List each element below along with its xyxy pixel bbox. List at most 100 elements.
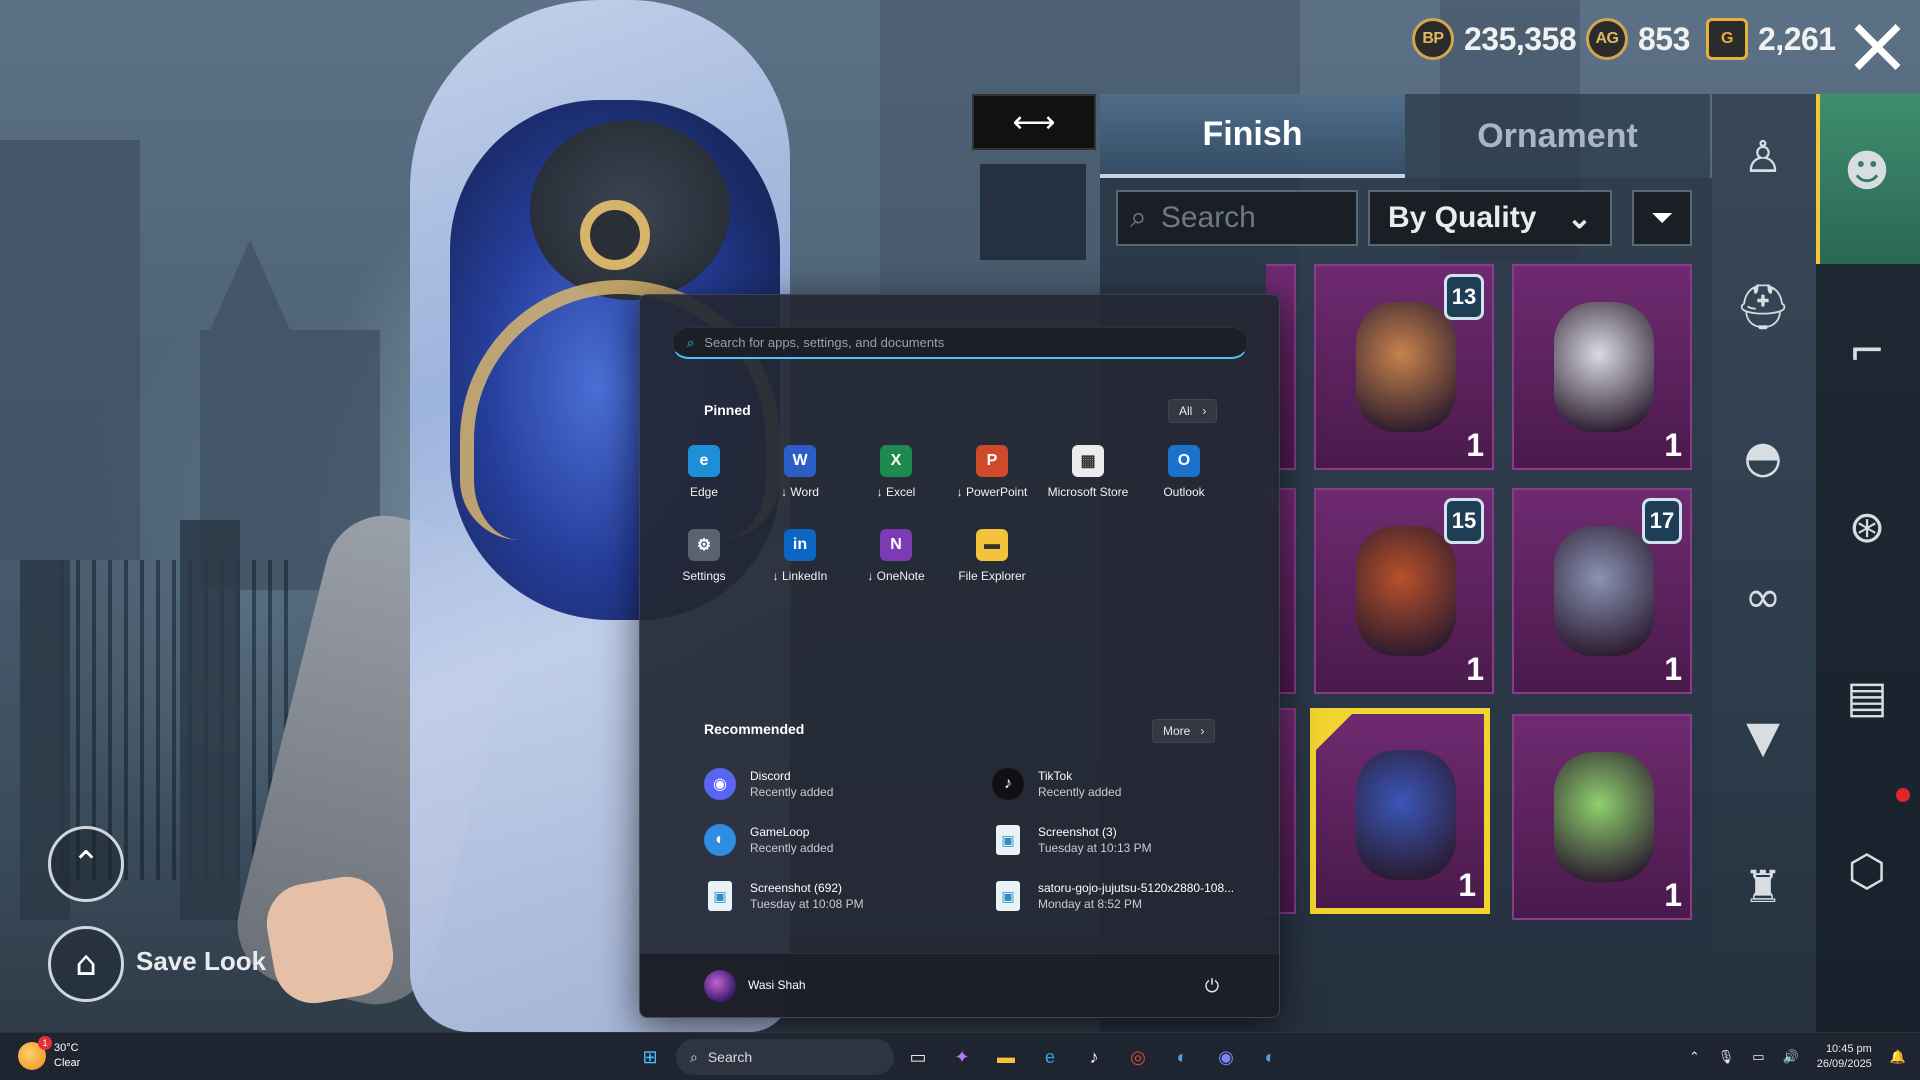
- windows-start-icon[interactable]: ⊞: [634, 1041, 666, 1073]
- weather-description: Clear: [54, 1057, 81, 1069]
- tab-finish[interactable]: Finish: [1100, 94, 1405, 178]
- pinned-app[interactable]: X ↓ Excel: [848, 435, 944, 517]
- head-icon[interactable]: ☻: [1830, 134, 1904, 208]
- pinned-app[interactable]: ▬ File Explorer: [944, 519, 1040, 601]
- currency-g: G 2,261: [1706, 18, 1836, 60]
- inventory-search-placeholder: Search: [1160, 201, 1256, 234]
- inventory-item-card[interactable]: 1: [1512, 714, 1692, 920]
- pinned-app[interactable]: e Edge: [656, 435, 752, 517]
- chevron-up-icon: ⌃: [71, 844, 101, 884]
- weather-badge: 1: [38, 1036, 52, 1050]
- tiktok-icon[interactable]: ♪: [1078, 1041, 1110, 1073]
- sort-dropdown[interactable]: By Quality ⌄: [1368, 190, 1612, 246]
- item-quantity: 1: [1664, 877, 1682, 913]
- more-button[interactable]: More ›: [1152, 719, 1216, 743]
- recommended-item-subtitle: Monday at 8:52 PM: [1038, 897, 1143, 911]
- image-file-icon: ▣: [996, 825, 1020, 855]
- discord-icon: ◉: [704, 768, 736, 800]
- recommended-item-subtitle: Recently added: [1038, 785, 1122, 799]
- currency-ag: AG 853: [1586, 18, 1690, 60]
- save-look-label[interactable]: Save Look: [136, 946, 266, 977]
- avatar[interactable]: [704, 970, 736, 1002]
- filter-button[interactable]: ⏷: [1632, 190, 1692, 246]
- shield-icon[interactable]: ▤: [1830, 660, 1904, 734]
- gameloop-icon[interactable]: ◐: [1166, 1041, 1198, 1073]
- pinned-app[interactable]: O Outlook: [1136, 435, 1232, 517]
- inventory-item-card[interactable]: 1: [1512, 264, 1692, 470]
- clock[interactable]: 10:45 pm 26/09/2025: [1817, 1042, 1872, 1072]
- notification-bell-icon[interactable]: 🔔: [1890, 1049, 1906, 1065]
- chevron-right-icon: ›: [1202, 404, 1207, 418]
- pinned-app-label: ↓ Excel: [876, 485, 916, 499]
- inventory-search-input[interactable]: ⌕ Search: [1116, 190, 1358, 246]
- recommended-item[interactable]: ◐ GameLoop Recently added: [704, 817, 974, 863]
- helmet-icon[interactable]: ⛑: [1726, 270, 1800, 344]
- outlook-icon: O: [1168, 445, 1200, 477]
- chevron-up-icon[interactable]: ⌃: [1689, 1049, 1700, 1065]
- link-icon: ⟷: [1012, 104, 1056, 140]
- more-label: More: [1163, 724, 1191, 738]
- network-icon[interactable]: ▭: [1752, 1049, 1764, 1065]
- inventory-item-card[interactable]: 1: [1310, 708, 1490, 914]
- pinned-app[interactable]: ▦ Microsoft Store: [1040, 435, 1136, 517]
- powerpoint-icon: P: [976, 445, 1008, 477]
- g-coin-icon: G: [1706, 18, 1748, 60]
- store-icon: ▦: [1072, 445, 1104, 477]
- discord-icon[interactable]: ◉: [1210, 1041, 1242, 1073]
- user-name[interactable]: Wasi Shah: [748, 978, 806, 992]
- all-apps-button[interactable]: All ›: [1168, 399, 1218, 423]
- edge-icon[interactable]: e: [1034, 1041, 1066, 1073]
- link-outfit-button[interactable]: ⟷: [972, 94, 1096, 150]
- search-icon: ⌕: [687, 334, 695, 350]
- chrome-icon[interactable]: ◎: [1122, 1041, 1154, 1073]
- recommended-item[interactable]: ▣ Screenshot (3) Tuesday at 10:13 PM: [992, 817, 1262, 863]
- start-search-input[interactable]: ⌕ Search for apps, settings, and documen…: [672, 327, 1248, 359]
- pinned-app-label: File Explorer: [958, 569, 1026, 583]
- recommended-item-name: Discord: [750, 769, 791, 783]
- recommended-item[interactable]: ♪ TikTok Recently added: [992, 761, 1262, 807]
- steering-wheel-icon[interactable]: ⊛: [1830, 490, 1904, 564]
- glasses-icon[interactable]: ∞: [1726, 560, 1800, 634]
- mask-icon[interactable]: ▼: [1726, 700, 1800, 774]
- chevron-right-icon: ›: [1200, 724, 1205, 738]
- inventory-item-card[interactable]: 15 1: [1314, 488, 1494, 694]
- expand-up-button[interactable]: ⌃: [48, 826, 124, 902]
- recommended-item[interactable]: ◉ Discord Recently added: [704, 761, 974, 807]
- recommended-item[interactable]: ▣ satoru-gojo-jujutsu-5120x2880-108... Mon…: [992, 873, 1262, 919]
- file-explorer-icon[interactable]: ▬: [990, 1041, 1022, 1073]
- start-menu: ⌕ Search for apps, settings, and documen…: [639, 294, 1280, 1018]
- crate-icon[interactable]: ⬡: [1830, 834, 1904, 908]
- power-button[interactable]: ⏻: [1198, 972, 1226, 1000]
- inventory-item-card[interactable]: 17 1: [1512, 488, 1692, 694]
- taskbar-search-box[interactable]: ⌕ Search: [676, 1039, 894, 1075]
- weather-widget[interactable]: 1 30°C Clear: [18, 1036, 81, 1071]
- search-icon: ⌕: [690, 1048, 698, 1065]
- pinned-app[interactable]: ⚙ Settings: [656, 519, 752, 601]
- task-view-icon[interactable]: ▭: [902, 1041, 934, 1073]
- item-quantity: 1: [1664, 427, 1682, 463]
- pinned-app[interactable]: P ↓ PowerPoint: [944, 435, 1040, 517]
- outfit-figure-icon[interactable]: ♙: [1726, 120, 1800, 194]
- bp-coin-icon: BP: [1412, 18, 1454, 60]
- inventory-item-card[interactable]: 13 1: [1314, 264, 1494, 470]
- backpack-image: [1356, 750, 1456, 880]
- pinned-app[interactable]: W ↓ Word: [752, 435, 848, 517]
- volume-icon[interactable]: 🔊: [1783, 1049, 1799, 1065]
- tab-ornament[interactable]: Ornament: [1405, 94, 1710, 178]
- close-icon[interactable]: [1852, 22, 1902, 72]
- pinned-app[interactable]: N ↓ OneNote: [848, 519, 944, 601]
- cap-icon[interactable]: ◓: [1726, 420, 1800, 494]
- gameloop-icon[interactable]: ◐: [1254, 1041, 1286, 1073]
- recommended-item[interactable]: ▣ Screenshot (692) Tuesday at 10:08 PM: [704, 873, 974, 919]
- copilot-icon[interactable]: ✦: [946, 1041, 978, 1073]
- save-look-button[interactable]: ⌂: [48, 926, 124, 1002]
- settings-icon: ⚙: [688, 529, 720, 561]
- jacket-icon[interactable]: ♜: [1726, 850, 1800, 924]
- pinned-app-label: Outlook: [1163, 485, 1205, 499]
- microphone-icon[interactable]: 🎙: [1718, 1049, 1735, 1065]
- gun-icon[interactable]: ⌐: [1830, 314, 1904, 388]
- outfit-preview-thumbnail[interactable]: [980, 164, 1086, 260]
- pinned-app[interactable]: in ↓ LinkedIn: [752, 519, 848, 601]
- pinned-app-label: ↓ PowerPoint: [956, 485, 1028, 499]
- recommended-item-name: GameLoop: [750, 825, 810, 839]
